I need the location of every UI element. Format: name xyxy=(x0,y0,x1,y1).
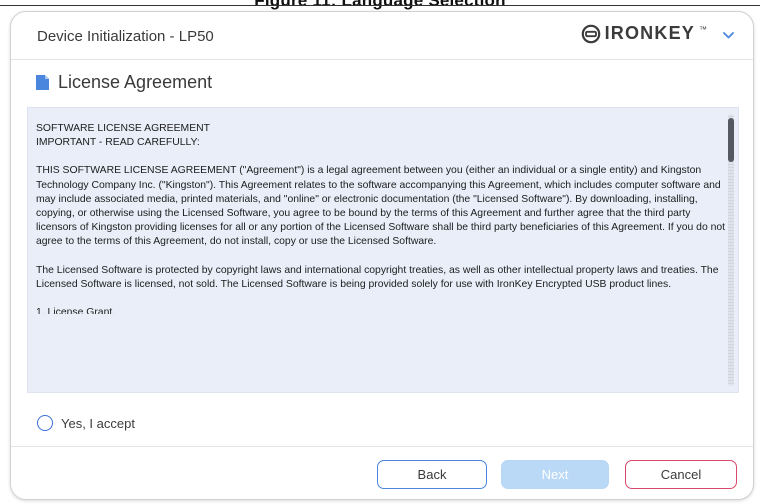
license-heading-line2: IMPORTANT - READ CAREFULLY: xyxy=(36,137,200,149)
accept-option[interactable]: Yes, I accept xyxy=(37,415,135,431)
cancel-button[interactable]: Cancel xyxy=(625,460,737,489)
accept-label: Yes, I accept xyxy=(61,415,135,431)
caption-rule xyxy=(0,5,760,6)
app-window: Device Initialization - LP50 IRONKEY ™ L… xyxy=(10,11,754,500)
license-heading: SOFTWARE LICENSE AGREEMENT IMPORTANT - R… xyxy=(36,122,726,150)
brand-logo: IRONKEY ™ xyxy=(581,23,707,44)
chevron-down-icon[interactable] xyxy=(722,29,735,42)
brand-name: IRONKEY xyxy=(604,23,695,43)
title-bar: Device Initialization - LP50 IRONKEY ™ xyxy=(11,12,753,60)
window-title: Device Initialization - LP50 xyxy=(37,28,214,45)
license-heading-line1: SOFTWARE LICENSE AGREEMENT xyxy=(36,123,210,134)
section-title: License Agreement xyxy=(58,72,213,92)
license-text: SOFTWARE LICENSE AGREEMENT IMPORTANT - R… xyxy=(36,122,726,384)
license-scrollbar-thumb[interactable] xyxy=(728,118,734,162)
back-button[interactable]: Back xyxy=(377,460,487,489)
section-header: License Agreement xyxy=(36,72,212,93)
next-button[interactable]: Next xyxy=(501,460,609,489)
license-paragraph-2: The Licensed Software is protected by co… xyxy=(36,264,719,290)
brand-trademark: ™ xyxy=(699,24,707,34)
license-paragraph-3: 1. License Grant. xyxy=(36,307,116,315)
footer-divider xyxy=(11,446,753,447)
ironkey-logo-icon xyxy=(581,24,600,43)
license-text-box[interactable]: SOFTWARE LICENSE AGREEMENT IMPORTANT - R… xyxy=(27,107,739,393)
license-scrollbar[interactable] xyxy=(728,114,734,386)
document-icon xyxy=(36,75,49,90)
license-paragraph-1: THIS SOFTWARE LICENSE AGREEMENT ("Agreem… xyxy=(36,165,726,248)
accept-checkbox[interactable] xyxy=(37,415,53,431)
